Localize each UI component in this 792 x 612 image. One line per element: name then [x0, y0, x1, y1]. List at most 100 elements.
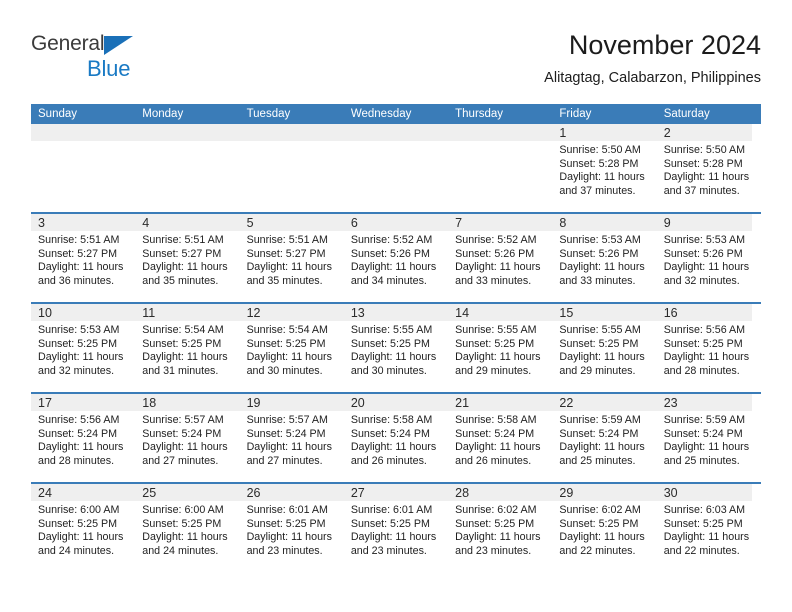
day-cell[interactable]: 24 Sunrise: 6:00 AM Sunset: 5:25 PM Dayligh…	[31, 484, 136, 572]
week-cells: 17 Sunrise: 5:56 AM Sunset: 5:24 PM Dayligh…	[31, 394, 761, 482]
calendar-grid: Sunday Monday Tuesday Wednesday Thursday Frid…	[31, 104, 761, 572]
sun-info: Sunrise: 6:03 AM Sunset: 5:25 PM Daylight:…	[657, 501, 761, 558]
sun-info: Sunrise: 5:59 AM Sunset: 5:24 PM Daylight:…	[552, 411, 656, 468]
triangle-icon	[104, 36, 133, 55]
sun-info-daylight2: and 28 minutes.	[38, 454, 115, 467]
date-band: 10	[31, 304, 136, 321]
sun-info: Sunrise: 6:01 AM Sunset: 5:25 PM Daylight:…	[240, 501, 344, 558]
sun-info-daylight2: and 22 minutes.	[559, 544, 636, 557]
sun-info-daylight1: Daylight: 11 hours	[559, 441, 645, 454]
day-cell[interactable]: 10 Sunrise: 5:53 AM Sunset: 5:25 PM Dayligh…	[31, 304, 136, 392]
date-band	[448, 124, 553, 141]
day-cell[interactable]: 20 Sunrise: 5:58 AM Sunset: 5:24 PM Dayligh…	[343, 394, 449, 482]
week-cells: 1 Sunrise: 5:50 AM Sunset: 5:28 PM Daylight…	[31, 124, 761, 212]
day-number: 10	[38, 306, 52, 320]
day-cell[interactable]: 27 Sunrise: 6:01 AM Sunset: 5:25 PM Dayligh…	[343, 484, 449, 572]
date-band: 11	[135, 304, 240, 321]
sun-info-daylight1: Daylight: 11 hours	[350, 261, 437, 274]
day-cell[interactable]: 18 Sunrise: 5:57 AM Sunset: 5:24 PM Dayligh…	[135, 394, 240, 482]
week-cells: 3 Sunrise: 5:51 AM Sunset: 5:27 PM Daylight…	[31, 214, 761, 302]
day-cell[interactable]: 1 Sunrise: 5:50 AM Sunset: 5:28 PM Daylight…	[552, 124, 657, 212]
date-band: 28	[448, 484, 553, 501]
date-band: 19	[239, 394, 344, 411]
day-cell[interactable]: 16 Sunrise: 5:56 AM Sunset: 5:25 PM Dayligh…	[656, 304, 761, 392]
date-band: 22	[552, 394, 657, 411]
day-cell[interactable]: 28 Sunrise: 6:02 AM Sunset: 5:25 PM Dayligh…	[448, 484, 553, 572]
day-cell[interactable]: 29 Sunrise: 6:02 AM Sunset: 5:25 PM Dayligh…	[552, 484, 657, 572]
calendar-week-row: 10 Sunrise: 5:53 AM Sunset: 5:25 PM Dayligh…	[31, 302, 761, 392]
sun-info-daylight1: Daylight: 11 hours	[246, 261, 332, 274]
sun-info-sunrise: Sunrise: 5:52 AM	[455, 234, 537, 246]
sun-info-sunset: Sunset: 5:26 PM	[559, 247, 639, 260]
day-cell[interactable]: 11 Sunrise: 5:54 AM Sunset: 5:25 PM Dayligh…	[135, 304, 240, 392]
day-cell[interactable]: 22 Sunrise: 5:59 AM Sunset: 5:24 PM Dayligh…	[552, 394, 657, 482]
day-cell[interactable]: 5 Sunrise: 5:51 AM Sunset: 5:27 PM Daylight…	[239, 214, 344, 302]
day-number: 23	[663, 396, 678, 410]
date-band: 3	[31, 214, 136, 231]
day-number: 9	[663, 216, 671, 230]
day-cell[interactable]: 2 Sunrise: 5:50 AM Sunset: 5:28 PM Daylight…	[656, 124, 761, 212]
date-band: 23	[656, 394, 752, 411]
sun-info-daylight1: Daylight: 11 hours	[559, 351, 645, 364]
day-number: 19	[246, 396, 261, 410]
date-band: 26	[239, 484, 344, 501]
day-cell[interactable]: 19 Sunrise: 5:57 AM Sunset: 5:24 PM Dayligh…	[239, 394, 344, 482]
sun-info-sunrise: Sunrise: 6:01 AM	[246, 504, 328, 516]
day-cell-empty	[239, 124, 344, 212]
sun-info-sunset: Sunset: 5:25 PM	[38, 337, 118, 350]
sun-info-daylight2: and 32 minutes.	[38, 364, 115, 377]
sun-info-sunrise: Sunrise: 6:03 AM	[663, 504, 746, 516]
brand-logo[interactable]: General Blue	[31, 32, 161, 86]
sun-info-sunset: Sunset: 5:27 PM	[38, 247, 118, 260]
day-cell[interactable]: 4 Sunrise: 5:51 AM Sunset: 5:27 PM Daylight…	[135, 214, 240, 302]
day-number: 18	[142, 396, 157, 410]
day-cell[interactable]: 23 Sunrise: 5:59 AM Sunset: 5:24 PM Dayligh…	[656, 394, 761, 482]
day-cell[interactable]: 17 Sunrise: 5:56 AM Sunset: 5:24 PM Dayligh…	[31, 394, 136, 482]
sun-info: Sunrise: 5:59 AM Sunset: 5:24 PM Daylight:…	[657, 411, 761, 468]
day-number: 13	[350, 306, 365, 320]
sun-info-daylight2: and 26 minutes.	[455, 454, 532, 467]
date-band: 8	[552, 214, 657, 231]
weekday-header-wednesday: Wednesday	[350, 108, 412, 120]
day-cell[interactable]: 12 Sunrise: 5:54 AM Sunset: 5:25 PM Dayligh…	[239, 304, 344, 392]
day-cell[interactable]: 14 Sunrise: 5:55 AM Sunset: 5:25 PM Dayligh…	[448, 304, 553, 392]
day-cell[interactable]: 30 Sunrise: 6:03 AM Sunset: 5:25 PM Dayligh…	[656, 484, 761, 572]
sun-info-daylight2: and 32 minutes.	[663, 274, 740, 287]
sun-info: Sunrise: 5:52 AM Sunset: 5:26 PM Daylight:…	[448, 231, 552, 288]
calendar-weeks: 1 Sunrise: 5:50 AM Sunset: 5:28 PM Daylight…	[31, 124, 761, 572]
sun-info: Sunrise: 5:53 AM Sunset: 5:26 PM Daylight:…	[552, 231, 656, 288]
calendar-week-row: 3 Sunrise: 5:51 AM Sunset: 5:27 PM Daylight…	[31, 212, 761, 302]
sun-info-daylight2: and 31 minutes.	[142, 364, 219, 377]
page-header: General Blue November 2024 Alitagtag, Ca…	[31, 28, 761, 98]
day-cell[interactable]: 6 Sunrise: 5:52 AM Sunset: 5:26 PM Daylight…	[343, 214, 449, 302]
day-number: 16	[663, 306, 678, 320]
calendar-week-row: 24 Sunrise: 6:00 AM Sunset: 5:25 PM Dayligh…	[31, 482, 761, 572]
day-cell[interactable]: 7 Sunrise: 5:52 AM Sunset: 5:26 PM Daylight…	[448, 214, 553, 302]
sun-info-sunrise: Sunrise: 5:56 AM	[663, 324, 746, 336]
date-band: 16	[656, 304, 752, 321]
sun-info-sunrise: Sunrise: 5:55 AM	[559, 324, 641, 336]
day-cell[interactable]: 9 Sunrise: 5:53 AM Sunset: 5:26 PM Daylight…	[656, 214, 761, 302]
day-cell[interactable]: 25 Sunrise: 6:00 AM Sunset: 5:25 PM Dayligh…	[135, 484, 240, 572]
sun-info-daylight2: and 37 minutes.	[663, 184, 740, 197]
sun-info-daylight1: Daylight: 11 hours	[455, 351, 541, 364]
day-cell[interactable]: 21 Sunrise: 5:58 AM Sunset: 5:24 PM Dayligh…	[448, 394, 553, 482]
sun-info: Sunrise: 6:00 AM Sunset: 5:25 PM Daylight:…	[31, 501, 135, 558]
sun-info-daylight2: and 27 minutes.	[246, 454, 323, 467]
sun-info-sunset: Sunset: 5:26 PM	[350, 247, 430, 260]
sun-info-sunset: Sunset: 5:25 PM	[559, 337, 639, 350]
day-cell[interactable]: 15 Sunrise: 5:55 AM Sunset: 5:25 PM Dayligh…	[552, 304, 657, 392]
day-cell[interactable]: 8 Sunrise: 5:53 AM Sunset: 5:26 PM Daylight…	[552, 214, 657, 302]
page-title: November 2024	[568, 30, 761, 60]
day-cell[interactable]: 3 Sunrise: 5:51 AM Sunset: 5:27 PM Daylight…	[31, 214, 136, 302]
sun-info-daylight2: and 26 minutes.	[350, 454, 427, 467]
sun-info-sunrise: Sunrise: 6:01 AM	[350, 504, 433, 516]
sun-info-sunset: Sunset: 5:25 PM	[455, 337, 535, 350]
sun-info: Sunrise: 5:55 AM Sunset: 5:25 PM Daylight:…	[448, 321, 552, 378]
date-band: 20	[343, 394, 449, 411]
day-cell[interactable]: 26 Sunrise: 6:01 AM Sunset: 5:25 PM Dayligh…	[239, 484, 344, 572]
weekday-header-saturday: Saturday	[663, 108, 710, 120]
day-cell[interactable]: 13 Sunrise: 5:55 AM Sunset: 5:25 PM Dayligh…	[343, 304, 449, 392]
sun-info-daylight1: Daylight: 11 hours	[142, 261, 228, 274]
sun-info-daylight1: Daylight: 11 hours	[559, 171, 645, 184]
